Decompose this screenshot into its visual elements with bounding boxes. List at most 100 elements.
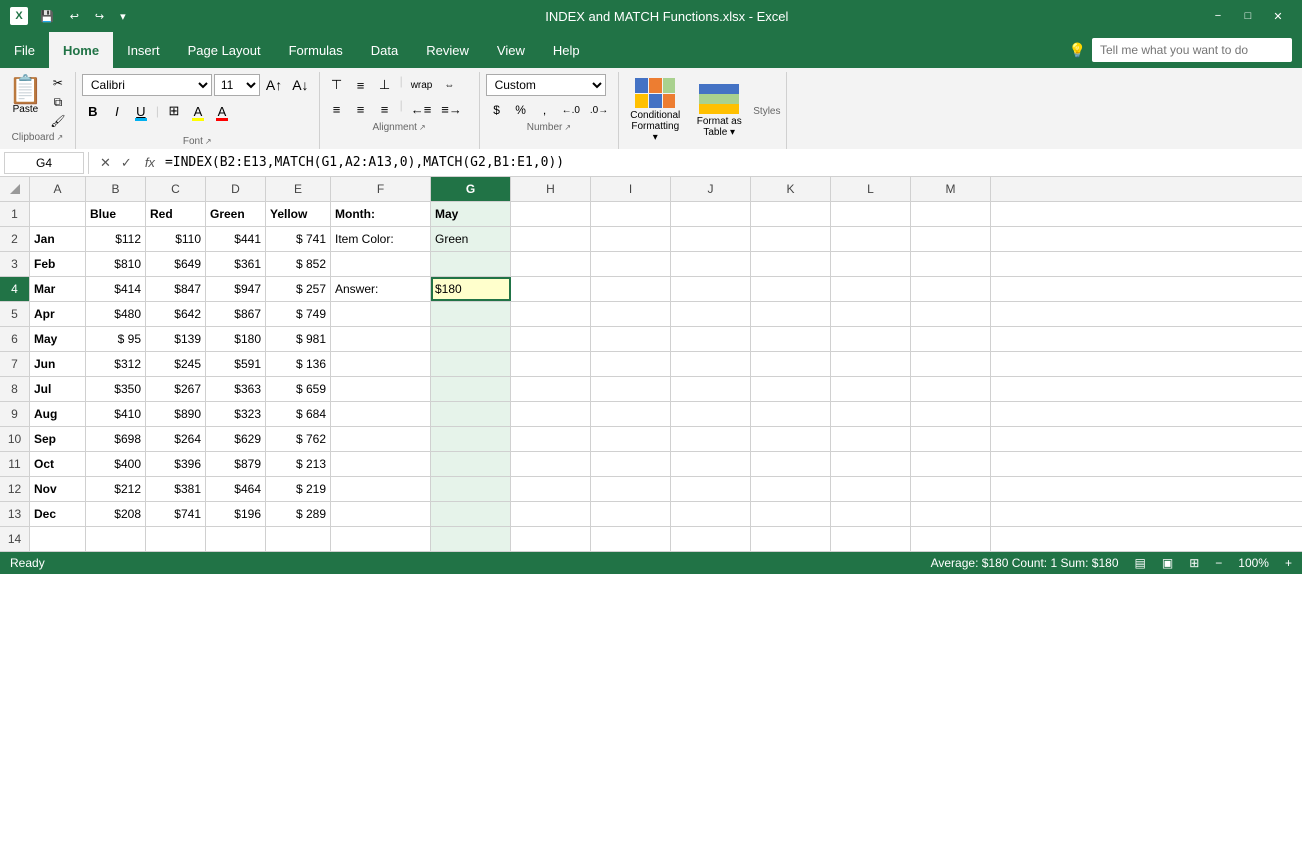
comma-btn[interactable]: , bbox=[534, 100, 556, 120]
cell-H9[interactable] bbox=[511, 402, 591, 426]
cell-I8[interactable] bbox=[591, 377, 671, 401]
undo-quick-btn[interactable]: ↩ bbox=[66, 8, 83, 25]
cell-I6[interactable] bbox=[591, 327, 671, 351]
cell-C8[interactable]: $267 bbox=[146, 377, 206, 401]
tab-review[interactable]: Review bbox=[412, 32, 483, 68]
cell-M11[interactable] bbox=[911, 452, 991, 476]
cell-L3[interactable] bbox=[831, 252, 911, 276]
cell-M13[interactable] bbox=[911, 502, 991, 526]
maximize-btn[interactable]: □ bbox=[1234, 5, 1262, 27]
row-header-2[interactable]: 2 bbox=[0, 227, 30, 251]
cell-G4[interactable]: $180 bbox=[431, 277, 511, 301]
cell-A5[interactable]: Apr bbox=[30, 302, 86, 326]
col-header-g[interactable]: G bbox=[431, 177, 511, 201]
cell-B2[interactable]: $112 bbox=[86, 227, 146, 251]
row-header-13[interactable]: 13 bbox=[0, 502, 30, 526]
decrease-font-btn[interactable]: A↓ bbox=[288, 74, 312, 96]
cancel-formula-btn[interactable]: ✕ bbox=[97, 155, 114, 171]
conditional-formatting-btn[interactable]: ConditionalFormatting ▾ bbox=[625, 74, 685, 147]
cell-L4[interactable] bbox=[831, 277, 911, 301]
cell-B10[interactable]: $698 bbox=[86, 427, 146, 451]
increase-font-btn[interactable]: A↑ bbox=[262, 74, 286, 96]
cell-E8[interactable]: $ 659 bbox=[266, 377, 331, 401]
cell-D1[interactable]: Green bbox=[206, 202, 266, 226]
cell-C13[interactable]: $741 bbox=[146, 502, 206, 526]
cell-F14[interactable] bbox=[331, 527, 431, 551]
col-header-f[interactable]: F bbox=[331, 177, 431, 201]
minimize-btn[interactable]: − bbox=[1204, 5, 1232, 27]
cell-J6[interactable] bbox=[671, 327, 751, 351]
zoom-in-btn[interactable]: + bbox=[1285, 556, 1292, 570]
align-right-btn[interactable]: ≡ bbox=[374, 98, 396, 120]
cell-I7[interactable] bbox=[591, 352, 671, 376]
cell-L11[interactable] bbox=[831, 452, 911, 476]
col-header-e[interactable]: E bbox=[266, 177, 331, 201]
cell-I4[interactable] bbox=[591, 277, 671, 301]
cell-M10[interactable] bbox=[911, 427, 991, 451]
cell-J3[interactable] bbox=[671, 252, 751, 276]
save-quick-btn[interactable]: 💾 bbox=[36, 8, 58, 25]
select-all-cell[interactable] bbox=[0, 177, 30, 201]
font-family-select[interactable]: Calibri bbox=[82, 74, 212, 96]
cell-H5[interactable] bbox=[511, 302, 591, 326]
cell-D3[interactable]: $361 bbox=[206, 252, 266, 276]
cell-I9[interactable] bbox=[591, 402, 671, 426]
cell-A4[interactable]: Mar bbox=[30, 277, 86, 301]
cell-K13[interactable] bbox=[751, 502, 831, 526]
col-header-b[interactable]: B bbox=[86, 177, 146, 201]
cell-B12[interactable]: $212 bbox=[86, 477, 146, 501]
tab-data[interactable]: Data bbox=[357, 32, 412, 68]
cell-E7[interactable]: $ 136 bbox=[266, 352, 331, 376]
row-header-4[interactable]: 4 bbox=[0, 277, 30, 301]
customize-quick-btn[interactable]: ▾ bbox=[116, 8, 130, 25]
font-expand-icon[interactable]: ↗ bbox=[205, 137, 212, 146]
cell-I10[interactable] bbox=[591, 427, 671, 451]
paste-button[interactable]: 📋 Paste bbox=[6, 74, 45, 117]
cell-D8[interactable]: $363 bbox=[206, 377, 266, 401]
cell-D2[interactable]: $441 bbox=[206, 227, 266, 251]
cell-G11[interactable] bbox=[431, 452, 511, 476]
col-header-j[interactable]: J bbox=[671, 177, 751, 201]
row-header-8[interactable]: 8 bbox=[0, 377, 30, 401]
cell-I3[interactable] bbox=[591, 252, 671, 276]
row-header-12[interactable]: 12 bbox=[0, 477, 30, 501]
cell-L9[interactable] bbox=[831, 402, 911, 426]
decrease-indent-btn[interactable]: ←≡ bbox=[407, 98, 436, 120]
increase-decimal-btn[interactable]: .0→ bbox=[586, 100, 612, 120]
formula-input[interactable] bbox=[161, 155, 1298, 170]
cell-M6[interactable] bbox=[911, 327, 991, 351]
view-normal-icon[interactable]: ▤ bbox=[1135, 556, 1146, 570]
cell-E2[interactable]: $ 741 bbox=[266, 227, 331, 251]
cell-M1[interactable] bbox=[911, 202, 991, 226]
cell-E6[interactable]: $ 981 bbox=[266, 327, 331, 351]
cell-B7[interactable]: $312 bbox=[86, 352, 146, 376]
cell-B14[interactable] bbox=[86, 527, 146, 551]
cell-C10[interactable]: $264 bbox=[146, 427, 206, 451]
cell-J7[interactable] bbox=[671, 352, 751, 376]
cell-G2[interactable]: Green bbox=[431, 227, 511, 251]
cell-E4[interactable]: $ 257 bbox=[266, 277, 331, 301]
border-btn[interactable]: ⊞ bbox=[163, 100, 185, 122]
cell-D14[interactable] bbox=[206, 527, 266, 551]
cell-H8[interactable] bbox=[511, 377, 591, 401]
cell-K7[interactable] bbox=[751, 352, 831, 376]
cell-F2[interactable]: Item Color: bbox=[331, 227, 431, 251]
col-header-h[interactable]: H bbox=[511, 177, 591, 201]
cell-B5[interactable]: $480 bbox=[86, 302, 146, 326]
format-painter-button[interactable]: 🖌 bbox=[47, 112, 69, 130]
cell-H14[interactable] bbox=[511, 527, 591, 551]
cell-L12[interactable] bbox=[831, 477, 911, 501]
cell-M5[interactable] bbox=[911, 302, 991, 326]
row-header-10[interactable]: 10 bbox=[0, 427, 30, 451]
cell-I11[interactable] bbox=[591, 452, 671, 476]
cell-G6[interactable] bbox=[431, 327, 511, 351]
view-page-break-icon[interactable]: ⊞ bbox=[1189, 556, 1199, 570]
cell-D5[interactable]: $867 bbox=[206, 302, 266, 326]
cell-D13[interactable]: $196 bbox=[206, 502, 266, 526]
cell-D10[interactable]: $629 bbox=[206, 427, 266, 451]
currency-btn[interactable]: $ bbox=[486, 100, 508, 120]
cell-B3[interactable]: $810 bbox=[86, 252, 146, 276]
cell-B11[interactable]: $400 bbox=[86, 452, 146, 476]
fill-color-btn[interactable]: A bbox=[187, 100, 209, 122]
cell-I14[interactable] bbox=[591, 527, 671, 551]
